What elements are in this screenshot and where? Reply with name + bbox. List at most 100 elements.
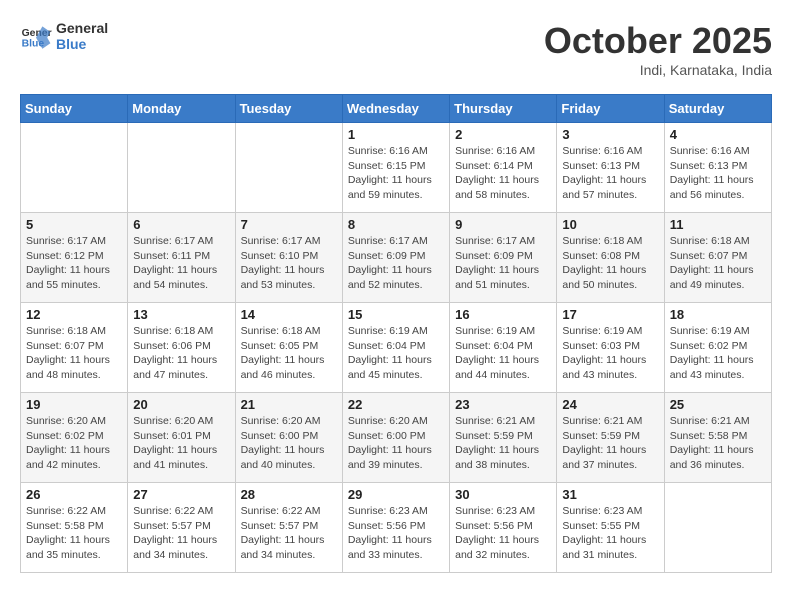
day-cell: 3 Sunrise: 6:16 AMSunset: 6:13 PMDaylight… [557, 123, 664, 213]
day-cell: 21 Sunrise: 6:20 AMSunset: 6:00 PMDayligh… [235, 393, 342, 483]
week-row-5: 26 Sunrise: 6:22 AMSunset: 5:58 PMDayligh… [21, 483, 772, 573]
day-number: 1 [348, 127, 444, 142]
week-row-3: 12 Sunrise: 6:18 AMSunset: 6:07 PMDayligh… [21, 303, 772, 393]
day-cell: 27 Sunrise: 6:22 AMSunset: 5:57 PMDayligh… [128, 483, 235, 573]
day-number: 20 [133, 397, 229, 412]
week-row-2: 5 Sunrise: 6:17 AMSunset: 6:12 PMDaylight… [21, 213, 772, 303]
day-cell: 9Sunrise: 6:17 AMSunset: 6:09 PMDaylight… [450, 213, 557, 303]
day-cell: 10Sunrise: 6:18 AMSunset: 6:08 PMDayligh… [557, 213, 664, 303]
day-number: 8 [348, 217, 444, 232]
day-number: 2 [455, 127, 551, 142]
day-number: 23 [455, 397, 551, 412]
day-info: Sunrise: 6:20 AMSunset: 6:00 PMDaylight:… [241, 414, 337, 473]
day-info: Sunrise: 6:16 AMSunset: 6:13 PMDaylight:… [562, 144, 658, 203]
day-cell [128, 123, 235, 213]
day-number: 24 [562, 397, 658, 412]
day-cell: 2 Sunrise: 6:16 AMSunset: 6:14 PMDaylight… [450, 123, 557, 213]
day-info: Sunrise: 6:18 AMSunset: 6:07 PMDaylight:… [670, 234, 766, 293]
day-cell: 20 Sunrise: 6:20 AMSunset: 6:01 PMDayligh… [128, 393, 235, 483]
weekday-header-saturday: Saturday [664, 95, 771, 123]
day-number: 12 [26, 307, 122, 322]
logo-blue-text: Blue [56, 36, 108, 52]
day-info: Sunrise: 6:17 AMSunset: 6:09 PMDaylight:… [348, 234, 444, 293]
day-info: Sunrise: 6:18 AMSunset: 6:07 PMDaylight:… [26, 324, 122, 383]
day-cell: 14 Sunrise: 6:18 AMSunset: 6:05 PMDayligh… [235, 303, 342, 393]
day-info: Sunrise: 6:22 AMSunset: 5:57 PMDaylight:… [133, 504, 229, 563]
weekday-header-row: SundayMondayTuesdayWednesdayThursdayFrid… [21, 95, 772, 123]
day-cell: 31 Sunrise: 6:23 AMSunset: 5:55 PMDayligh… [557, 483, 664, 573]
day-cell: 15 Sunrise: 6:19 AMSunset: 6:04 PMDayligh… [342, 303, 449, 393]
day-cell: 5 Sunrise: 6:17 AMSunset: 6:12 PMDaylight… [21, 213, 128, 303]
day-cell: 17 Sunrise: 6:19 AMSunset: 6:03 PMDayligh… [557, 303, 664, 393]
day-cell: 13Sunrise: 6:18 AMSunset: 6:06 PMDayligh… [128, 303, 235, 393]
weekday-header-monday: Monday [128, 95, 235, 123]
day-number: 13 [133, 307, 229, 322]
day-number: 28 [241, 487, 337, 502]
day-cell: 19Sunrise: 6:20 AMSunset: 6:02 PMDayligh… [21, 393, 128, 483]
location-subtitle: Indi, Karnataka, India [544, 62, 772, 78]
logo-icon: General Blue [20, 20, 52, 52]
day-info: Sunrise: 6:20 AMSunset: 6:02 PMDaylight:… [26, 414, 122, 473]
title-block: October 2025 Indi, Karnataka, India [544, 20, 772, 78]
day-info: Sunrise: 6:17 AMSunset: 6:12 PMDaylight:… [26, 234, 122, 293]
week-row-1: 1 Sunrise: 6:16 AMSunset: 6:15 PMDaylight… [21, 123, 772, 213]
day-info: Sunrise: 6:21 AMSunset: 5:59 PMDaylight:… [455, 414, 551, 473]
day-number: 22 [348, 397, 444, 412]
week-row-4: 19Sunrise: 6:20 AMSunset: 6:02 PMDayligh… [21, 393, 772, 483]
day-number: 14 [241, 307, 337, 322]
day-number: 17 [562, 307, 658, 322]
day-cell: 16 Sunrise: 6:19 AMSunset: 6:04 PMDayligh… [450, 303, 557, 393]
day-info: Sunrise: 6:17 AMSunset: 6:11 PMDaylight:… [133, 234, 229, 293]
day-cell: 11 Sunrise: 6:18 AMSunset: 6:07 PMDayligh… [664, 213, 771, 303]
day-info: Sunrise: 6:19 AMSunset: 6:03 PMDaylight:… [562, 324, 658, 383]
day-info: Sunrise: 6:16 AMSunset: 6:15 PMDaylight:… [348, 144, 444, 203]
day-info: Sunrise: 6:20 AMSunset: 6:01 PMDaylight:… [133, 414, 229, 473]
day-info: Sunrise: 6:17 AMSunset: 6:09 PMDaylight:… [455, 234, 551, 293]
day-info: Sunrise: 6:23 AMSunset: 5:56 PMDaylight:… [348, 504, 444, 563]
month-title: October 2025 [544, 20, 772, 62]
day-cell: 1 Sunrise: 6:16 AMSunset: 6:15 PMDaylight… [342, 123, 449, 213]
day-number: 26 [26, 487, 122, 502]
day-cell: 23 Sunrise: 6:21 AMSunset: 5:59 PMDayligh… [450, 393, 557, 483]
day-number: 11 [670, 217, 766, 232]
day-info: Sunrise: 6:21 AMSunset: 5:58 PMDaylight:… [670, 414, 766, 473]
logo: General Blue General Blue [20, 20, 108, 52]
day-number: 29 [348, 487, 444, 502]
day-number: 31 [562, 487, 658, 502]
day-cell: 25Sunrise: 6:21 AMSunset: 5:58 PMDayligh… [664, 393, 771, 483]
day-number: 4 [670, 127, 766, 142]
day-cell [664, 483, 771, 573]
day-cell: 4 Sunrise: 6:16 AMSunset: 6:13 PMDaylight… [664, 123, 771, 213]
day-number: 15 [348, 307, 444, 322]
day-cell: 26 Sunrise: 6:22 AMSunset: 5:58 PMDayligh… [21, 483, 128, 573]
calendar-table: SundayMondayTuesdayWednesdayThursdayFrid… [20, 94, 772, 573]
logo-general-text: General [56, 20, 108, 36]
day-info: Sunrise: 6:16 AMSunset: 6:14 PMDaylight:… [455, 144, 551, 203]
day-number: 30 [455, 487, 551, 502]
day-number: 3 [562, 127, 658, 142]
day-info: Sunrise: 6:18 AMSunset: 6:05 PMDaylight:… [241, 324, 337, 383]
day-cell: 29 Sunrise: 6:23 AMSunset: 5:56 PMDayligh… [342, 483, 449, 573]
day-info: Sunrise: 6:19 AMSunset: 6:04 PMDaylight:… [348, 324, 444, 383]
day-number: 27 [133, 487, 229, 502]
day-cell: 12 Sunrise: 6:18 AMSunset: 6:07 PMDayligh… [21, 303, 128, 393]
weekday-header-friday: Friday [557, 95, 664, 123]
day-cell: 18Sunrise: 6:19 AMSunset: 6:02 PMDayligh… [664, 303, 771, 393]
day-number: 18 [670, 307, 766, 322]
weekday-header-thursday: Thursday [450, 95, 557, 123]
day-cell: 22Sunrise: 6:20 AMSunset: 6:00 PMDayligh… [342, 393, 449, 483]
weekday-header-wednesday: Wednesday [342, 95, 449, 123]
day-cell [21, 123, 128, 213]
weekday-header-sunday: Sunday [21, 95, 128, 123]
day-number: 16 [455, 307, 551, 322]
day-info: Sunrise: 6:16 AMSunset: 6:13 PMDaylight:… [670, 144, 766, 203]
day-info: Sunrise: 6:23 AMSunset: 5:55 PMDaylight:… [562, 504, 658, 563]
day-number: 6 [133, 217, 229, 232]
day-number: 5 [26, 217, 122, 232]
day-number: 21 [241, 397, 337, 412]
day-cell: 24Sunrise: 6:21 AMSunset: 5:59 PMDayligh… [557, 393, 664, 483]
day-cell: 6 Sunrise: 6:17 AMSunset: 6:11 PMDaylight… [128, 213, 235, 303]
day-info: Sunrise: 6:22 AMSunset: 5:58 PMDaylight:… [26, 504, 122, 563]
day-info: Sunrise: 6:19 AMSunset: 6:04 PMDaylight:… [455, 324, 551, 383]
day-cell: 28Sunrise: 6:22 AMSunset: 5:57 PMDayligh… [235, 483, 342, 573]
